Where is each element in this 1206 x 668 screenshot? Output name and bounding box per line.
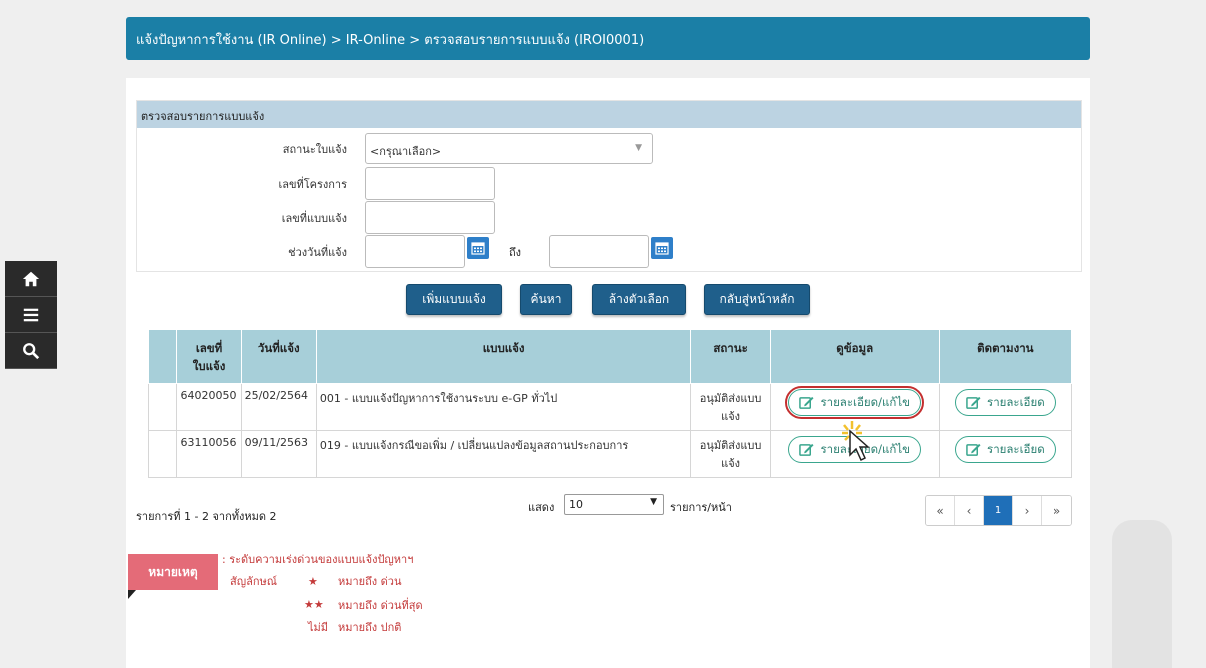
status-select-value: <กรุณาเลือก> (370, 145, 442, 158)
project-label: เลขที่โครงการ (278, 177, 347, 191)
page-next-button[interactable]: › (1013, 496, 1042, 525)
show-label: แสดง (528, 501, 555, 514)
calendar-icon[interactable] (651, 236, 673, 259)
page-prev-button[interactable]: ‹ (955, 496, 984, 525)
header-blank (147, 329, 178, 384)
section-title: ตรวจสอบรายการแบบแจ้ง (137, 101, 1081, 128)
view-edit-label: รายละเอียด/แก้ไข (820, 394, 910, 409)
add-form-button[interactable]: เพิ่มแบบแจ้ง (406, 284, 502, 315)
search-button[interactable]: ค้นหา (520, 284, 572, 315)
page-first-button[interactable]: « (926, 496, 955, 525)
form-no-input[interactable] (365, 201, 495, 234)
back-home-button[interactable]: กลับสู่หน้าหลัก (704, 284, 810, 315)
form-no-label: เลขที่แบบแจ้ง (281, 211, 347, 225)
header-date: วันที่แจ้ง (240, 329, 317, 384)
page-last-button[interactable]: » (1042, 496, 1071, 525)
status-select[interactable]: <กรุณาเลือก> ▼ (365, 133, 653, 164)
legend-urgent: หมายถึง ด่วน (338, 575, 402, 588)
page-size-value: 10 (569, 498, 583, 511)
header-follow: ติดตามงาน (938, 329, 1073, 384)
clear-button[interactable]: ล้างตัวเลือก (592, 284, 686, 315)
home-button[interactable] (5, 261, 57, 297)
form-no-row: เลขที่แบบแจ้ง (257, 201, 495, 234)
menu-icon (23, 308, 39, 321)
row-status: อนุมัติส่งแบบแจ้ง (690, 383, 771, 431)
breadcrumb: แจ้งปัญหาการใช้งาน (IR Online) > IR-Onli… (126, 17, 1090, 60)
row-status: อนุมัติส่งแบบแจ้ง (690, 430, 771, 478)
double-star-icon: ★★ (304, 598, 324, 611)
legend-none-label: ไม่มี (308, 621, 329, 634)
row-blank (147, 430, 178, 478)
follow-detail-label: รายละเอียด (987, 394, 1045, 409)
edit-icon (966, 443, 981, 456)
results-table: เลขที่ ใบแจ้ง วันที่แจ้ง แบบแจ้ง สถานะ ด… (147, 329, 1073, 478)
row-blank (147, 383, 178, 431)
legend-symbol-label: สัญลักษณ์ (230, 575, 277, 588)
row-form: 019 - แบบแจ้งกรณีขอเพิ่ม / เปลี่ยนแปลงข้… (315, 430, 692, 478)
table-header-row: เลขที่ ใบแจ้ง วันที่แจ้ง แบบแจ้ง สถานะ ด… (147, 329, 1073, 384)
edit-icon (966, 396, 981, 409)
search-section: ตรวจสอบรายการแบบแจ้ง สถานะใบแจ้ง <กรุณาเ… (136, 100, 1082, 272)
search-icon (23, 342, 40, 359)
date-range-row: ช่วงวันที่แจ้ง ถึง (257, 235, 673, 268)
date-from-input[interactable] (365, 235, 465, 268)
date-range-label: ช่วงวันที่แจ้ง (288, 245, 347, 259)
legend-intro: : ระดับความเร่งด่วนของแบบแจ้งปัญหาฯ (222, 553, 414, 566)
follow-detail-label: รายละเอียด (987, 441, 1045, 456)
row-follow-cell: รายละเอียด (938, 383, 1073, 431)
follow-detail-button[interactable]: รายละเอียด (955, 389, 1056, 416)
row-date: 25/02/2564 (240, 383, 317, 431)
background-shade (1112, 520, 1172, 668)
header-form: แบบแจ้ง (315, 329, 692, 384)
legend-normal: หมายถึง ปกติ (338, 621, 402, 634)
main-panel: ตรวจสอบรายการแบบแจ้ง สถานะใบแจ้ง <กรุณาเ… (126, 78, 1090, 668)
home-icon (22, 271, 40, 286)
header-view: ดูข้อมูล (769, 329, 940, 384)
legend-tag: หมายเหตุ (128, 552, 218, 599)
chevron-down-icon: ▼ (635, 143, 642, 153)
row-date: 09/11/2563 (240, 430, 317, 478)
edit-icon (799, 443, 814, 456)
status-label: สถานะใบแจ้ง (282, 142, 347, 156)
side-toolbar (5, 261, 57, 369)
per-page-label: รายการ/หน้า (670, 501, 732, 514)
row-no: 64020050 (176, 383, 242, 431)
page-size-select[interactable]: 10 ▼ (564, 494, 664, 515)
view-edit-button[interactable]: รายละเอียด/แก้ไข (785, 386, 924, 419)
star-icon: ★ (308, 575, 318, 588)
breadcrumb-text: แจ้งปัญหาการใช้งาน (IR Online) > IR-Onli… (136, 33, 645, 48)
status-row: สถานะใบแจ้ง <กรุณาเลือก> ▼ (257, 133, 653, 164)
pagination: « ‹ 1 › » (925, 495, 1072, 526)
header-status: สถานะ (690, 329, 771, 384)
header-no-line1: เลขที่ (195, 341, 223, 355)
table-row: 64020050 25/02/2564 001 - แบบแจ้งปัญหากา… (147, 383, 1073, 431)
project-input[interactable] (365, 167, 495, 200)
cursor-icon (842, 421, 870, 462)
date-to-input[interactable] (549, 235, 649, 268)
project-row: เลขที่โครงการ (257, 167, 495, 200)
table-footer: รายการที่ 1 - 2 จากทั้งหมด 2 แสดง 10 ▼ ร… (136, 490, 1082, 534)
header-no: เลขที่ ใบแจ้ง (176, 329, 242, 384)
to-label: ถึง (509, 245, 522, 259)
row-no: 63110056 (176, 430, 242, 478)
header-no-line2: ใบแจ้ง (192, 359, 226, 373)
edit-icon (799, 396, 814, 409)
chevron-down-icon: ▼ (650, 497, 657, 507)
table-row: 63110056 09/11/2563 019 - แบบแจ้งกรณีขอเ… (147, 430, 1073, 478)
row-form: 001 - แบบแจ้งปัญหาการใช้งานระบบ e-GP ทั่… (315, 383, 692, 431)
row-follow-cell: รายละเอียด (938, 430, 1073, 478)
result-summary: รายการที่ 1 - 2 จากทั้งหมด 2 (136, 510, 277, 523)
page-current-button[interactable]: 1 (984, 496, 1013, 525)
legend-most-urgent: หมายถึง ด่วนที่สุด (338, 599, 423, 612)
search-side-button[interactable] (5, 333, 57, 369)
menu-button[interactable] (5, 297, 57, 333)
calendar-icon[interactable] (467, 236, 489, 259)
follow-detail-button[interactable]: รายละเอียด (955, 436, 1056, 463)
